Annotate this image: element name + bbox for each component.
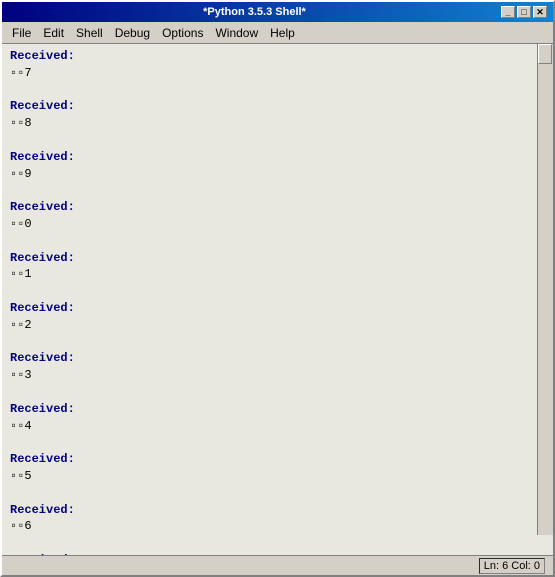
received-label: Received: — [10, 250, 545, 267]
menu-bar: File Edit Shell Debug Options Window Hel… — [2, 22, 553, 44]
menu-debug[interactable]: Debug — [109, 24, 156, 42]
title-bar: *Python 3.5.3 Shell* _ □ ✕ — [2, 2, 553, 22]
window: *Python 3.5.3 Shell* _ □ ✕ File Edit She… — [0, 0, 555, 577]
received-value: ▫▫8 — [10, 115, 545, 132]
received-label: Received: — [10, 149, 545, 166]
menu-edit[interactable]: Edit — [37, 24, 70, 42]
scrollbar[interactable] — [537, 44, 553, 535]
window-title: *Python 3.5.3 Shell* — [8, 6, 501, 18]
received-label: Received: — [10, 502, 545, 519]
menu-file[interactable]: File — [6, 24, 37, 42]
received-label: Received: — [10, 350, 545, 367]
menu-help[interactable]: Help — [264, 24, 301, 42]
received-label: Received: — [10, 300, 545, 317]
received-value: ▫▫0 — [10, 216, 545, 233]
received-value: ▫▫2 — [10, 317, 545, 334]
minimize-button[interactable]: _ — [501, 6, 515, 18]
received-value: ▫▫1 — [10, 266, 545, 283]
received-value: ▫▫7 — [10, 65, 545, 82]
received-label: Received: — [10, 199, 545, 216]
received-value: ▫▫5 — [10, 468, 545, 485]
status-ln-col: Ln: 6 Col: 0 — [479, 558, 545, 574]
menu-shell[interactable]: Shell — [70, 24, 109, 42]
received-value: ▫▫4 — [10, 418, 545, 435]
received-value: ▫▫9 — [10, 166, 545, 183]
menu-options[interactable]: Options — [156, 24, 209, 42]
scrollbar-thumb[interactable] — [538, 44, 552, 64]
shell-output: Received:▫▫7Received:▫▫8Received:▫▫9Rece… — [2, 44, 553, 555]
received-label: Received: — [10, 552, 545, 555]
menu-window[interactable]: Window — [209, 24, 264, 42]
maximize-button[interactable]: □ — [517, 6, 531, 18]
received-value: ▫▫6 — [10, 518, 545, 535]
received-label: Received: — [10, 98, 545, 115]
status-bar: Ln: 6 Col: 0 — [2, 555, 553, 575]
content-area: Received:▫▫7Received:▫▫8Received:▫▫9Rece… — [2, 44, 553, 555]
received-label: Received: — [10, 48, 545, 65]
received-value: ▫▫3 — [10, 367, 545, 384]
close-button[interactable]: ✕ — [533, 6, 547, 18]
received-label: Received: — [10, 451, 545, 468]
window-controls: _ □ ✕ — [501, 6, 547, 18]
received-label: Received: — [10, 401, 545, 418]
